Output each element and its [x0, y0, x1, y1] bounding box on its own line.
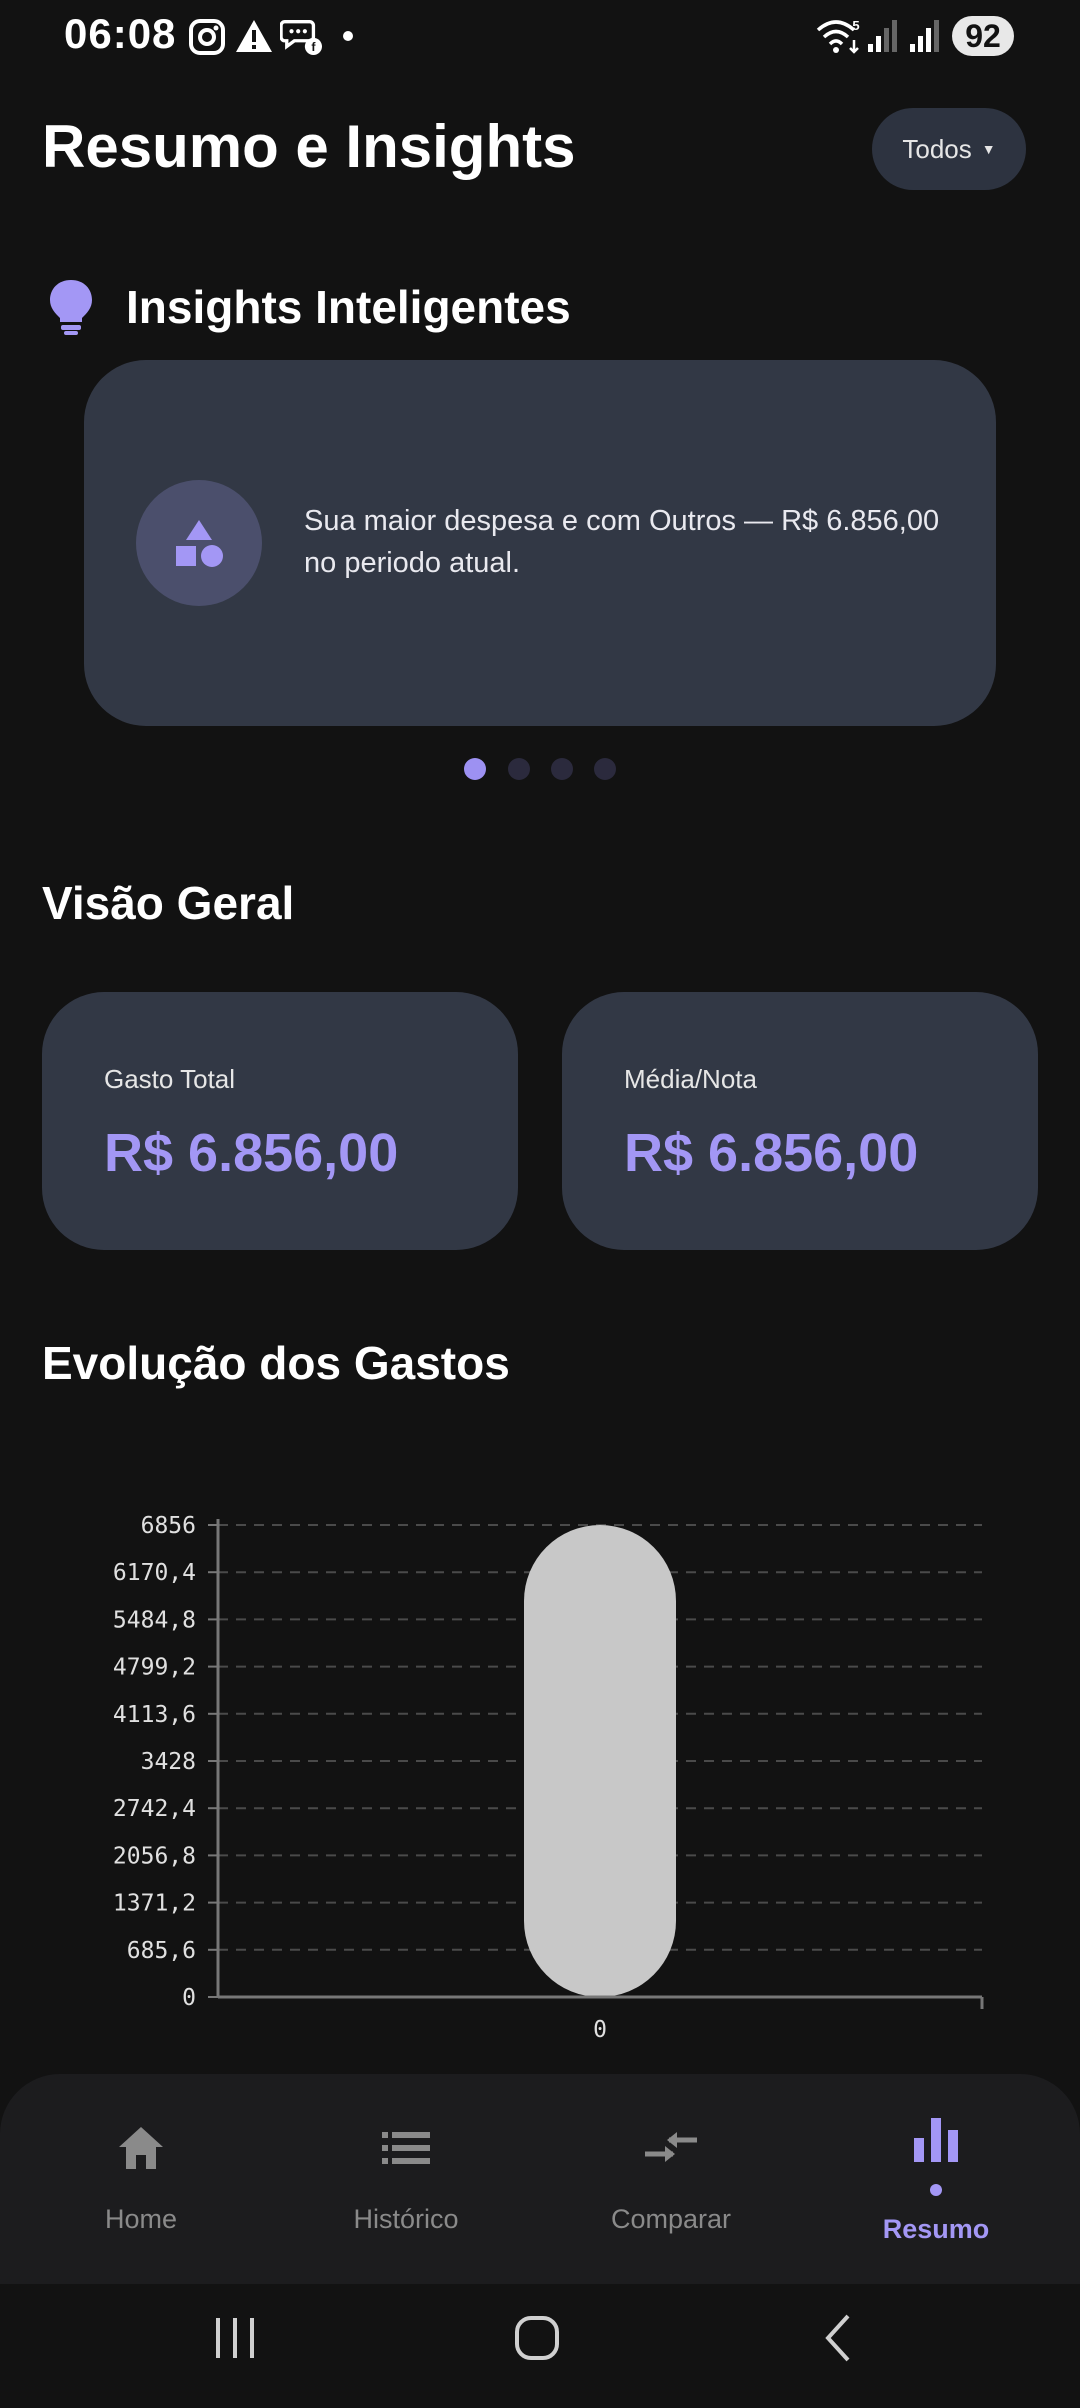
active-indicator-dot [930, 2184, 942, 2196]
svg-text:5: 5 [852, 18, 859, 33]
chart-bars [524, 1525, 676, 1997]
nav-label-summary: Resumo [882, 2214, 990, 2244]
compare-arrows-icon [645, 2132, 697, 2162]
signal-strength-icon [868, 20, 897, 52]
instagram-icon [189, 19, 225, 55]
chat-notification-icon: f [280, 20, 322, 56]
carousel-dot-4[interactable] [594, 758, 616, 780]
y-tick-label-6: 4113,6 [113, 1702, 196, 1728]
battery-indicator: 92 [952, 16, 1014, 56]
insight-card[interactable]: Sua maior despesa e com Outros — R$ 6.85… [84, 360, 996, 726]
back-icon[interactable] [818, 2312, 858, 2364]
system-navigation-bar [0, 2284, 1080, 2408]
y-tick-label-0: 0 [182, 1985, 196, 2011]
nav-label-history: Histórico [353, 2204, 459, 2234]
list-icon [382, 2132, 430, 2164]
carousel-dot-3[interactable] [551, 758, 573, 780]
status-bar: 06:08 f 5 92 [0, 0, 1080, 72]
average-per-receipt-card: Média/Nota R$ 6.856,00 [562, 992, 1038, 1250]
home-icon [119, 2127, 163, 2169]
status-time: 06:08 [64, 10, 177, 57]
warning-icon [236, 20, 272, 52]
filter-dropdown-button[interactable]: Todos ▼ [872, 108, 1026, 190]
total-spent-label: Gasto Total [104, 1064, 236, 1094]
nav-item-summary[interactable]: Resumo [801, 2074, 1071, 2284]
carousel-dot-1[interactable] [464, 758, 486, 780]
spending-evolution-chart: 0 685,6 1371,2 2056,8 2742,4 3428 4113,6 4799,2… [113, 1513, 984, 2043]
insight-text: Sua maior despesa e com Outros — R$ 6.85… [304, 505, 940, 579]
y-tick-label-5: 3428 [141, 1749, 196, 1775]
chart-section-title: Evolução dos Gastos [42, 1337, 510, 1389]
y-tick-label-2: 1371,2 [113, 1891, 196, 1917]
caret-down-icon: ▼ [981, 141, 996, 157]
y-tick-label-4: 2742,4 [113, 1796, 196, 1822]
bar-chart-icon [914, 2118, 958, 2162]
nav-item-compare[interactable]: Comparar [536, 2074, 806, 2284]
nav-label-home: Home [104, 2204, 178, 2234]
chart-y-tick-labels: 0 685,6 1371,2 2056,8 2742,4 3428 4113,6 4799,2… [113, 1513, 196, 2011]
filter-dropdown-label: Todos [902, 133, 972, 164]
bar-0 [524, 1525, 676, 1997]
total-spent-card: Gasto Total R$ 6.856,00 [42, 992, 518, 1250]
chart-x-tick-labels: 0 [593, 2017, 607, 2043]
home-button-icon[interactable] [512, 2312, 562, 2364]
page-title: Resumo e Insights [42, 113, 576, 180]
recent-apps-icon[interactable] [210, 2312, 260, 2364]
total-spent-value: R$ 6.856,00 [104, 1123, 399, 1183]
signal-strength-icon-2 [910, 20, 939, 52]
bottom-navigation-bar: Home Histórico Comparar Resumo [0, 2074, 1080, 2284]
nav-item-history[interactable]: Histórico [271, 2074, 541, 2284]
x-tick-label-0: 0 [593, 2017, 607, 2043]
y-tick-label-8: 5484,8 [113, 1607, 196, 1633]
y-tick-label-1: 685,6 [127, 1938, 196, 1964]
insights-section-title: Insights Inteligentes [126, 281, 571, 333]
overview-section-title: Visão Geral [42, 877, 295, 929]
more-notifications-dot-icon [343, 31, 353, 41]
y-tick-label-3: 2056,8 [113, 1843, 196, 1869]
insight-category-badge [136, 480, 262, 606]
category-shapes-icon [176, 520, 223, 567]
y-tick-label-10: 6856 [141, 1513, 196, 1539]
average-per-receipt-value: R$ 6.856,00 [624, 1123, 919, 1183]
y-tick-label-9: 6170,4 [113, 1560, 196, 1586]
lightbulb-icon [50, 280, 92, 335]
wifi-icon: 5 [816, 18, 860, 54]
nav-item-home[interactable]: Home [6, 2074, 276, 2284]
y-tick-label-7: 4799,2 [113, 1655, 196, 1681]
nav-label-compare: Comparar [610, 2204, 732, 2234]
carousel-dot-2[interactable] [508, 758, 530, 780]
average-per-receipt-label: Média/Nota [624, 1064, 757, 1094]
